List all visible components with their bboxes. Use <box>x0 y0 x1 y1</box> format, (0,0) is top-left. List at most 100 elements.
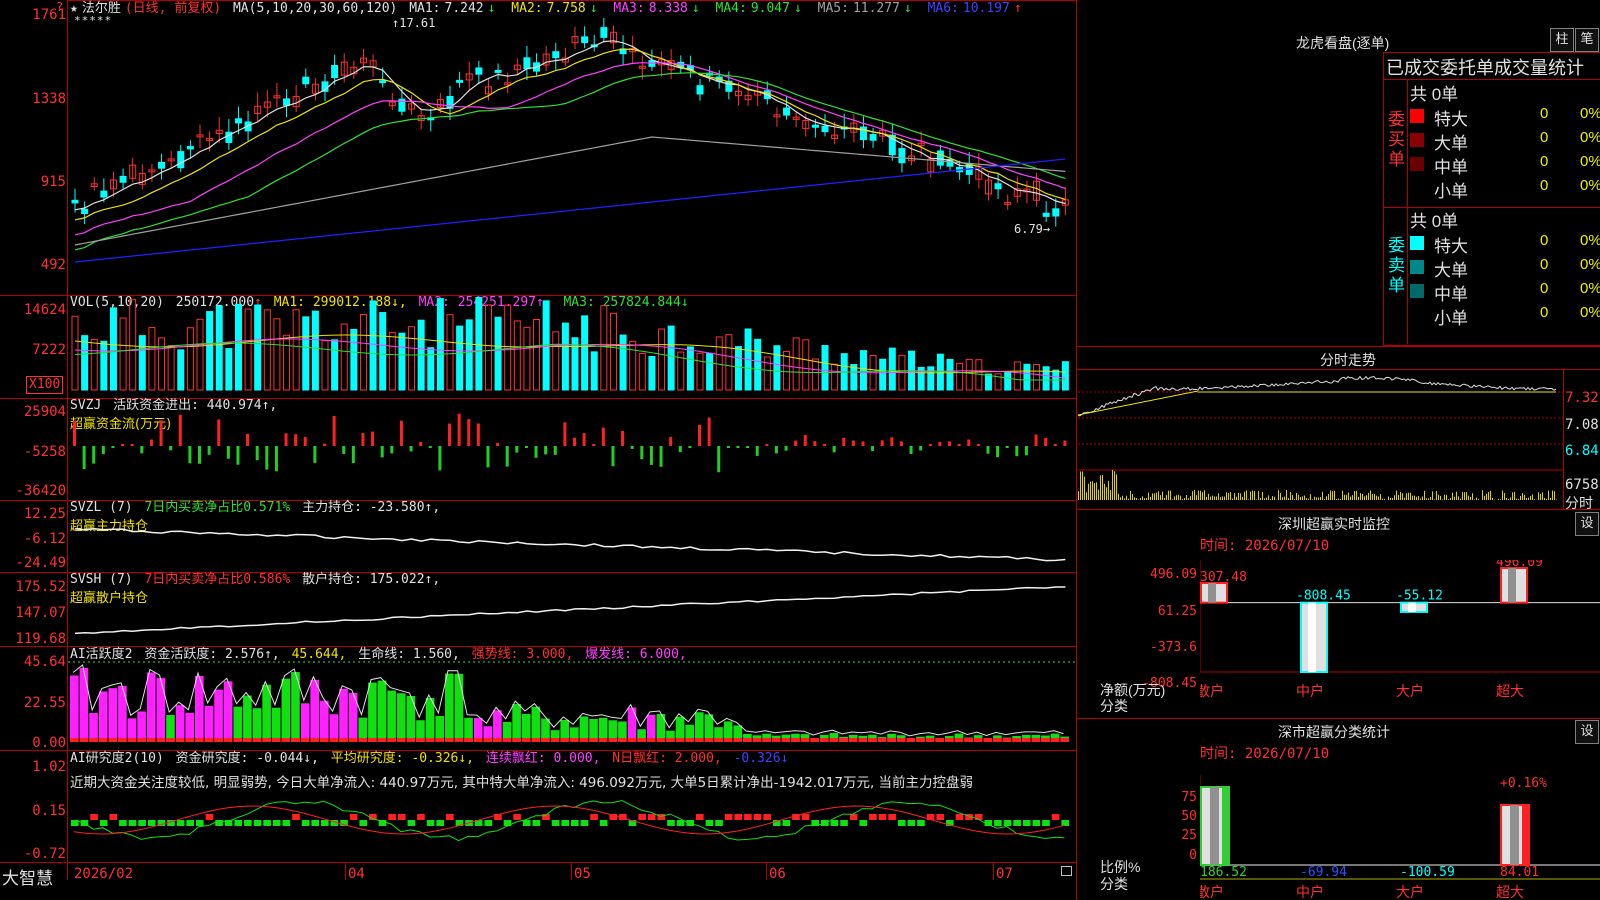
main-position-chart[interactable] <box>68 501 1076 572</box>
activity-chart[interactable] <box>68 648 1076 750</box>
y-label: 75 <box>1181 790 1197 805</box>
intraday-vol-bar <box>1398 494 1399 500</box>
sz-classify-title: 深市超赢分类统计 <box>1278 724 1390 740</box>
research-bar <box>744 814 752 820</box>
activity-base-bar <box>1012 738 1021 742</box>
volume-chart[interactable] <box>68 296 1076 398</box>
flow-bar <box>746 446 750 448</box>
flow-bar <box>101 446 105 455</box>
sz-classify-chart[interactable]: 186.52 散户 -69.94 中户 -100.59 大户 84.01 超大 <box>1200 775 1600 900</box>
volume-bar <box>667 325 675 391</box>
intraday-vol-bar <box>1506 498 1507 500</box>
sell-order-row: 特大 0 0% <box>1410 231 1600 256</box>
activity-bar <box>695 712 704 742</box>
sz-classify-settings-button[interactable]: 设 <box>1575 720 1599 744</box>
sz-monitor-chart[interactable]: 307.48 散户 -808.45 中户 -55.12 大户 496.09 超大 <box>1200 560 1600 724</box>
date-label: 05 <box>574 866 591 882</box>
classify-value-label: 186.52 <box>1200 865 1247 880</box>
activity-base-bar <box>300 738 310 742</box>
sz-monitor-settings-button[interactable]: 设 <box>1575 512 1599 536</box>
ma6-line <box>74 158 1066 263</box>
activity-base-bar <box>589 738 598 742</box>
research-bar <box>936 814 944 820</box>
activity-base-bar <box>175 738 185 742</box>
intraday-vol-bar <box>1336 498 1337 500</box>
intraday-vol-label: 6758 <box>1565 477 1599 493</box>
activity-base-bar <box>954 738 964 742</box>
ma2-line <box>74 48 1066 221</box>
research-bar <box>282 820 291 826</box>
research-text1: 资金研究度: -0.044↓, <box>175 751 319 766</box>
activity-base-bar <box>685 738 694 742</box>
flow-bar <box>688 446 692 448</box>
flow-bar <box>928 444 932 446</box>
intraday-vol-bar <box>1390 498 1391 500</box>
intraday-vol-bar <box>1416 496 1417 500</box>
flow-bar <box>573 437 576 446</box>
intraday-vol-bar <box>1314 496 1315 500</box>
order-stats-title: 已成交委托单成交量统计 <box>1386 58 1584 78</box>
intraday-vol-bar <box>1470 497 1471 500</box>
intraday-vol-bar <box>1094 482 1095 500</box>
candle-body <box>234 118 242 124</box>
flow-bar <box>784 446 788 451</box>
intraday-vol-bar <box>1096 482 1097 500</box>
intraday-vol-bar <box>1376 495 1377 500</box>
volume-bar <box>71 315 79 391</box>
intraday-chart[interactable] <box>1078 370 1563 509</box>
candle-body <box>994 183 1002 190</box>
activity-base-bar <box>98 738 108 742</box>
intraday-vol-bar <box>1384 498 1385 500</box>
volume-unit[interactable]: X100 <box>26 376 64 394</box>
intraday-vol-bar <box>1320 497 1321 500</box>
activity-base-bar <box>223 738 233 742</box>
flow-bar <box>448 423 451 446</box>
y-label: -36420 <box>15 483 66 499</box>
research-bar <box>244 820 252 826</box>
flow-bar <box>284 433 288 446</box>
bar-mode-button[interactable]: 柱 <box>1550 28 1574 52</box>
intraday-y-label: 6.84 <box>1565 443 1599 459</box>
intraday-vol-bar <box>1414 495 1415 500</box>
app-logo[interactable]: 大智慧 <box>2 864 53 889</box>
order-size-label: 特大 <box>1434 237 1468 256</box>
intraday-vol-bar <box>1372 494 1373 500</box>
ma4-line <box>74 72 1066 251</box>
tick-mode-button[interactable]: 笔 <box>1575 28 1599 52</box>
intraday-vol-bar <box>1502 490 1503 500</box>
monitor-category-label: 大户 <box>1396 683 1424 699</box>
fund-flow-chart[interactable] <box>68 399 1076 500</box>
activity-base-bar <box>925 738 935 742</box>
volume-bar <box>436 298 444 391</box>
activity-base-bar <box>320 738 329 742</box>
intraday-vol-bar <box>1364 496 1365 500</box>
date-label: 07 <box>996 866 1013 882</box>
intraday-vol-bar <box>1498 498 1499 500</box>
activity-base-bar <box>146 738 156 742</box>
volume-bar <box>81 335 89 391</box>
activity-base-bar <box>791 738 800 742</box>
research-bar <box>888 814 896 820</box>
volume-bar <box>186 327 194 391</box>
intraday-vol-bar <box>1510 497 1511 500</box>
intraday-vol-bar <box>1148 492 1149 500</box>
monitor-bar-label: -55.12 <box>1396 589 1443 604</box>
activity-base-bar <box>137 738 146 742</box>
activity-base-bar <box>252 738 262 742</box>
candlestick-chart[interactable] <box>68 0 1076 295</box>
color-swatch <box>1410 260 1424 274</box>
activity-base-bar <box>79 738 89 742</box>
intraday-vol-bar <box>1220 497 1221 500</box>
research-chart[interactable] <box>68 790 1076 862</box>
research-bar <box>1013 820 1021 826</box>
flow-bar <box>976 444 980 446</box>
order-percent: 0% <box>1580 256 1600 273</box>
volume-bar <box>1061 361 1069 391</box>
research-bar <box>1022 820 1031 826</box>
intraday-vol-bar <box>1206 497 1207 500</box>
retail-position-chart[interactable] <box>68 573 1076 646</box>
lock-icon[interactable] <box>1061 866 1072 876</box>
activity-base-bar <box>396 738 406 742</box>
intraday-vol-bar <box>1412 495 1413 500</box>
flow-bar <box>794 440 798 446</box>
